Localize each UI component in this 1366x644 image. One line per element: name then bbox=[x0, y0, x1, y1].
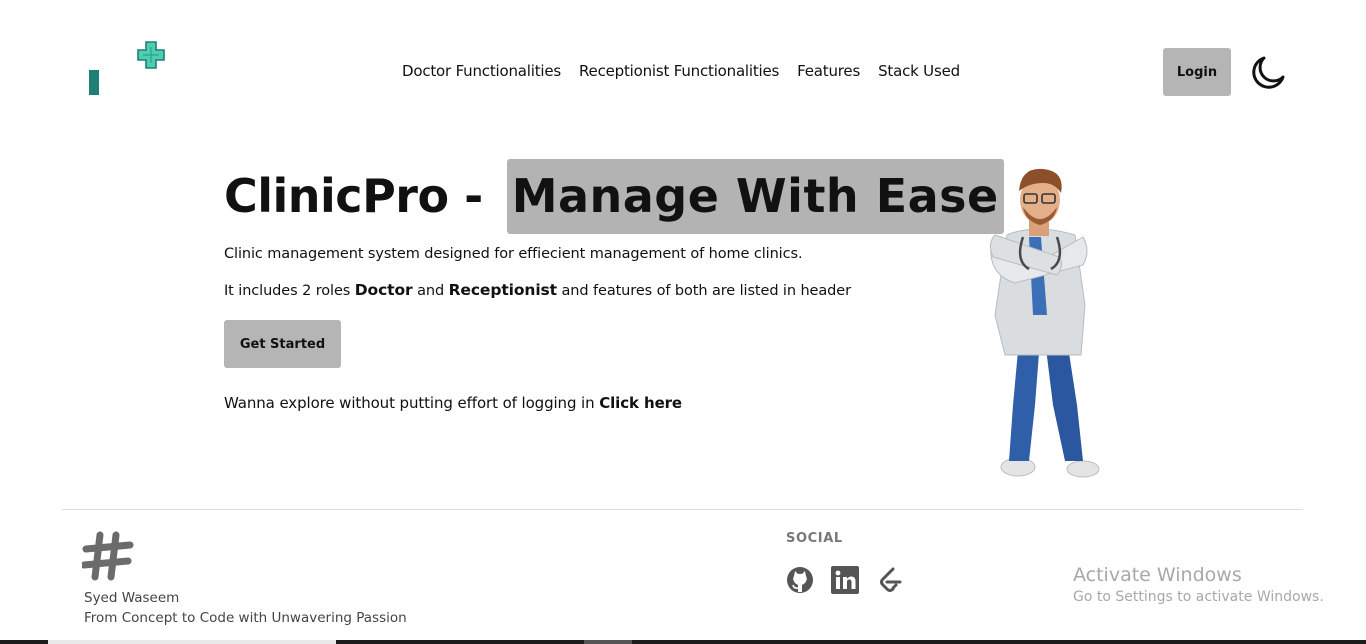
social-title: SOCIAL bbox=[786, 531, 843, 546]
roles-and: and bbox=[417, 283, 445, 299]
logo[interactable] bbox=[84, 38, 174, 100]
explore-label: Wanna explore without putting effort of … bbox=[224, 394, 595, 412]
nav-stack-used[interactable]: Stack Used bbox=[878, 62, 960, 84]
activate-windows-subtitle: Go to Settings to activate Windows. bbox=[1073, 589, 1324, 605]
doctor-illustration bbox=[989, 168, 1100, 478]
hero-title-highlight: Manage With Ease bbox=[506, 158, 1004, 234]
nav-receptionist-functionalities[interactable]: Receptionist Functionalities bbox=[579, 62, 779, 84]
taskbar bbox=[0, 640, 1366, 644]
hero-roles: It includes 2 roles Doctor and Reception… bbox=[224, 281, 851, 299]
role-receptionist: Receptionist bbox=[448, 281, 558, 299]
github-icon[interactable] bbox=[786, 566, 814, 594]
footer-author: Syed Waseem bbox=[84, 590, 180, 606]
logo-bar bbox=[89, 70, 99, 95]
roles-prefix: It includes 2 roles bbox=[224, 283, 351, 299]
social-links bbox=[786, 566, 904, 594]
hashtag-icon bbox=[80, 530, 134, 582]
medical-cross-icon bbox=[137, 41, 165, 69]
hero-title: ClinicPro - Manage With Ease bbox=[224, 158, 1004, 234]
taskbar-segment bbox=[48, 640, 336, 644]
main-nav: Doctor Functionalities Receptionist Func… bbox=[402, 62, 960, 84]
activate-windows-title: Activate Windows bbox=[1073, 564, 1242, 586]
explore-text: Wanna explore without putting effort of … bbox=[224, 394, 682, 412]
linkedin-icon[interactable] bbox=[831, 566, 859, 594]
moon-icon[interactable] bbox=[1248, 53, 1288, 93]
click-here-link[interactable]: Click here bbox=[599, 394, 682, 412]
role-doctor: Doctor bbox=[354, 281, 413, 299]
leetcode-icon[interactable] bbox=[876, 566, 904, 594]
roles-suffix: and features of both are listed in heade… bbox=[561, 283, 852, 299]
taskbar-segment bbox=[584, 640, 632, 644]
footer-divider bbox=[62, 509, 1303, 510]
login-button[interactable]: Login bbox=[1163, 48, 1231, 96]
hero-title-plain: ClinicPro - bbox=[224, 169, 483, 223]
get-started-button[interactable]: Get Started bbox=[224, 320, 341, 368]
footer-tagline: From Concept to Code with Unwavering Pas… bbox=[84, 610, 407, 626]
nav-doctor-functionalities[interactable]: Doctor Functionalities bbox=[402, 62, 561, 84]
nav-features[interactable]: Features bbox=[797, 62, 860, 84]
hero-description: Clinic management system designed for ef… bbox=[224, 246, 803, 262]
